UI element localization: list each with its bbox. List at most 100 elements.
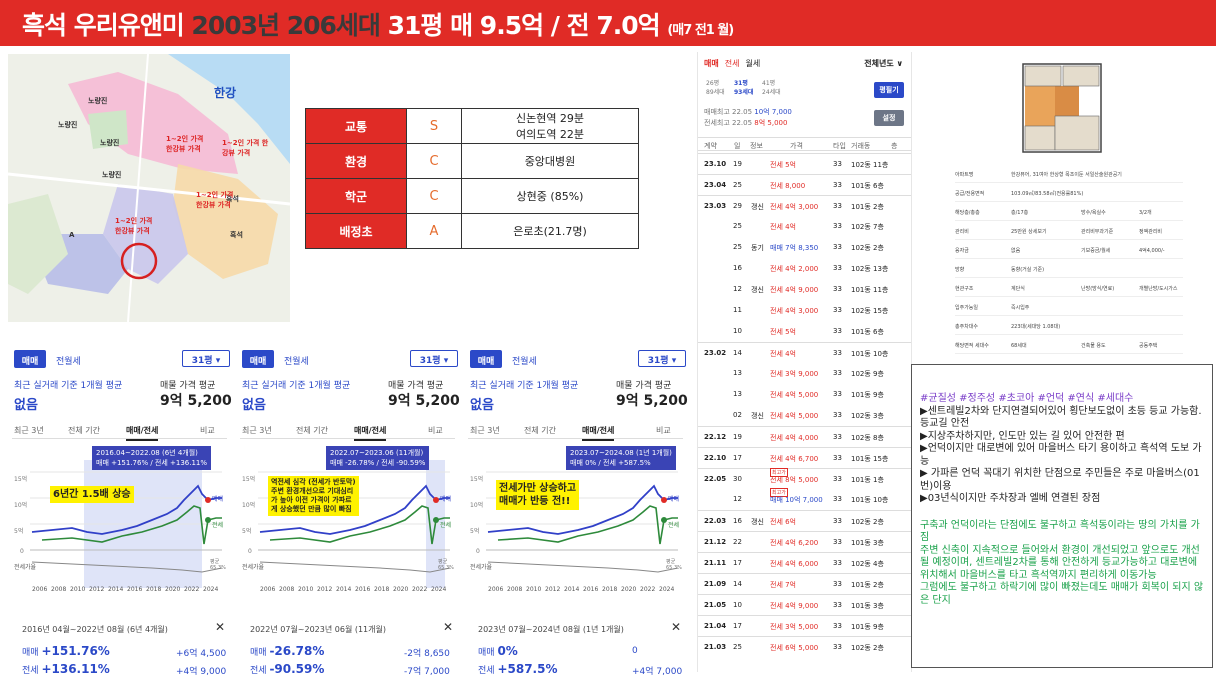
transaction-row[interactable]: 12 최고가 매매 10억 7,000 33 101동 10층 xyxy=(698,488,911,509)
tab-recent-3y[interactable]: 최근 3년 xyxy=(242,425,272,436)
transaction-row[interactable]: 23.04 25 전세 8,000 33 101동 6층 xyxy=(698,174,911,194)
size-dropdown[interactable]: 31평 ▾ xyxy=(638,350,686,367)
legend-rent: 전세 xyxy=(212,522,224,529)
tab-sale[interactable]: 매매 xyxy=(242,350,274,368)
tab-all-period[interactable]: 전체 기간 xyxy=(68,425,100,436)
summary-green: 그럼에도 불구하고 하락기에 많이 빠졌는데도 매매가 회복이 되지 않은 단지 xyxy=(920,582,1204,606)
detail-value: 계단식 xyxy=(1011,286,1025,292)
size-option-26[interactable]: 26평 89세대 xyxy=(706,78,725,96)
transaction-row[interactable]: 02 갱신 전세 4억 5,000 33 102동 3층 xyxy=(698,405,911,425)
detail-value: 정액관리비 xyxy=(1139,229,1163,235)
transaction-row[interactable]: 13 전세 3억 9,000 33 102동 9층 xyxy=(698,363,911,383)
tab-sale-jeonse[interactable]: 매매/전세 xyxy=(126,425,159,441)
row-price: 전세 6억 5,000 xyxy=(770,644,819,652)
transaction-row[interactable]: 21.11 17 전세 4억 6,000 33 102동 4층 xyxy=(698,552,911,572)
settings-button[interactable]: 설정 xyxy=(874,110,904,126)
transaction-row[interactable]: 21.05 10 전세 4억 9,000 33 101동 3층 xyxy=(698,594,911,614)
x-axis: 2006 2008 2010 2012 2014 2016 2018 2020 2022 2024 xyxy=(12,586,230,596)
row-price: 전세 8억 5,000 xyxy=(770,476,819,484)
tab-sale[interactable]: 매매 xyxy=(470,350,502,368)
transaction-row[interactable]: 22.10 17 전세 4억 6,700 33 101동 15층 xyxy=(698,447,911,467)
x-tick: 2024 xyxy=(659,586,675,593)
tab-jeonse[interactable]: 전세 xyxy=(725,59,740,68)
tab-rent[interactable]: 전월세 xyxy=(512,350,537,368)
detail-label: 해당면적 세대수 xyxy=(955,343,989,349)
tab-all-period[interactable]: 전체 기간 xyxy=(296,425,328,436)
ratio-line xyxy=(259,561,451,573)
sale-high-label: 매매최고 22.05 xyxy=(704,108,753,116)
tab-monthly[interactable]: 월세 xyxy=(745,59,760,68)
close-icon[interactable]: ✕ xyxy=(215,620,225,634)
jeonse-high: 전세최고 22.05 8억 5,000 xyxy=(704,118,787,128)
year-select[interactable]: 전체년도 ∨ xyxy=(864,58,903,69)
detail-value: 3/2개 xyxy=(1139,210,1152,216)
x-tick: 2020 xyxy=(621,586,637,593)
row-price: 전세 7억 xyxy=(770,581,796,589)
transaction-row[interactable]: 23.03 29 갱신 전세 4억 3,000 33 101동 2층 xyxy=(698,195,911,215)
map-label-river: 한강 xyxy=(214,86,237,100)
detail-label: 해당층/총층 xyxy=(955,210,980,216)
transaction-row[interactable]: 16 전세 4억 2,000 33 102동 13층 xyxy=(698,258,911,278)
close-icon[interactable]: ✕ xyxy=(443,620,453,634)
transaction-row[interactable]: 12 갱신 전세 4억 9,000 33 101동 11층 xyxy=(698,279,911,299)
tab-recent-3y[interactable]: 최근 3년 xyxy=(14,425,44,436)
row-month: 21.05 xyxy=(704,601,727,609)
transaction-row[interactable]: 11 전세 4억 3,000 33 102동 15층 xyxy=(698,300,911,320)
transaction-row[interactable]: 22.12 19 전세 4억 4,000 33 102동 8층 xyxy=(698,426,911,446)
transaction-row[interactable]: 21.03 25 전세 6억 5,000 33 102동 2층 xyxy=(698,636,911,656)
transaction-row[interactable]: 10 전세 5억 33 101동 6층 xyxy=(698,321,911,341)
transaction-row[interactable]: 25 동기 매매 7억 8,350 33 102동 2층 xyxy=(698,237,911,257)
size-dropdown[interactable]: 31평 ▾ xyxy=(182,350,230,367)
tab-sale[interactable]: 매매 xyxy=(704,59,719,68)
transaction-row[interactable]: 25 전세 4억 33 102동 7층 xyxy=(698,216,911,236)
tab-sale-jeonse[interactable]: 매매/전세 xyxy=(354,425,387,441)
sale-high: 매매최고 22.05 10억 7,000 xyxy=(704,107,792,117)
row-price: 전세 3억 5,000 xyxy=(770,623,819,631)
price-chart xyxy=(30,460,223,588)
row-type: 33 xyxy=(833,181,842,189)
x-tick: 2008 xyxy=(507,586,523,593)
title-small: (매7 전1 월) xyxy=(667,23,734,38)
market-price-value: 9억 5,200 xyxy=(388,393,460,409)
y-tick: 15억 xyxy=(14,476,28,483)
ratio-avg: 평균 65.3% xyxy=(438,559,454,571)
x-axis: 2006 2008 2010 2012 2014 2016 2018 2020 2022 2024 xyxy=(240,586,458,596)
size-view-button[interactable]: 평필기 xyxy=(874,82,904,98)
col-type: 타입 xyxy=(833,142,846,150)
size-option-31[interactable]: 31평 93세대 xyxy=(734,78,753,96)
row-building: 101동 11층 xyxy=(851,286,889,294)
row-type: 33 xyxy=(833,160,842,168)
result-rent-pct: -90.59% xyxy=(269,662,325,676)
transaction-row[interactable]: 13 전세 4억 5,000 33 101동 9층 xyxy=(698,384,911,404)
tab-compare[interactable]: 비교 xyxy=(200,425,215,436)
transaction-row[interactable]: 22.05 30 최고가 전세 8억 5,000 33 101동 1층 xyxy=(698,468,911,488)
tab-compare[interactable]: 비교 xyxy=(656,425,671,436)
detail-row: 입주가능일 즉시입주 xyxy=(955,297,1183,316)
tab-rent[interactable]: 전월세 xyxy=(56,350,81,368)
legend-sale: 매매 xyxy=(440,496,452,503)
transaction-row[interactable]: 21.09 14 전세 7억 33 101동 2층 xyxy=(698,573,911,593)
transaction-row[interactable]: 22.03 16 갱신 전세 6억 33 102동 2층 xyxy=(698,510,911,530)
transaction-row[interactable]: 21.12 22 전세 4억 6,200 33 101동 3층 xyxy=(698,531,911,551)
transaction-row[interactable]: 23.10 19 전세 5억 33 102동 11층 xyxy=(698,153,911,173)
size-option-41[interactable]: 41평 24세대 xyxy=(762,78,781,96)
detail-row: 공급/전용면적 103.09㎡/83.58㎡(전용률81%) xyxy=(955,183,1183,202)
row-type: 33 xyxy=(833,433,842,441)
tab-sale[interactable]: 매매 xyxy=(14,350,46,368)
deal-type-tabs: 매매 전세 월세 xyxy=(704,58,766,69)
tab-all-period[interactable]: 전체 기간 xyxy=(524,425,556,436)
market-price-value: 9억 5,200 xyxy=(160,393,232,409)
row-day: 17 xyxy=(733,622,742,630)
summary-green: 구축과 언덕이라는 단점에도 불구하고 흑석동이라는 땅의 가치를 가짐 xyxy=(920,519,1200,544)
tab-compare[interactable]: 비교 xyxy=(428,425,443,436)
tab-recent-3y[interactable]: 최근 3년 xyxy=(470,425,500,436)
row-price: 전세 4억 6,200 xyxy=(770,539,819,547)
row-building: 102동 8층 xyxy=(851,434,884,442)
transaction-row[interactable]: 21.04 17 전세 3억 5,000 33 101동 9층 xyxy=(698,615,911,635)
transaction-row[interactable]: 23.02 14 전세 4억 33 101동 10층 xyxy=(698,342,911,362)
size-dropdown[interactable]: 31평 ▾ xyxy=(410,350,458,367)
close-icon[interactable]: ✕ xyxy=(671,620,681,634)
x-tick: 2012 xyxy=(317,586,333,593)
tab-sale-jeonse[interactable]: 매매/전세 xyxy=(582,425,615,441)
tab-rent[interactable]: 전월세 xyxy=(284,350,309,368)
